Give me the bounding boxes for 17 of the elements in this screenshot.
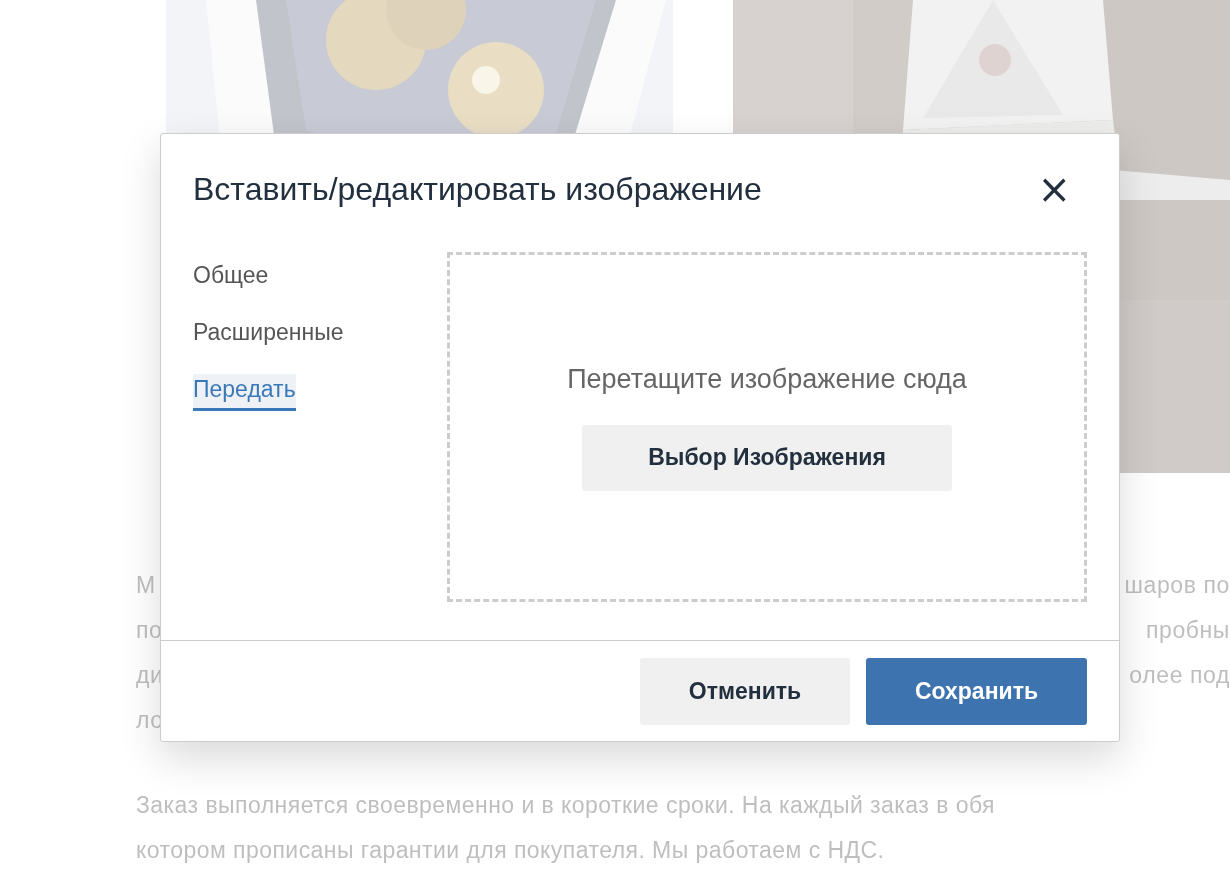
close-button[interactable]: ×	[1029, 169, 1079, 209]
paragraph-fragment: пробны	[1145, 616, 1230, 645]
paragraph-fragment: олее под	[1129, 661, 1230, 690]
paragraph-fragment: М	[136, 571, 156, 600]
paragraph-line: котором прописаны гарантии для покупателя. Мы работаем с НДС.	[136, 836, 886, 865]
cancel-button[interactable]: Отменить	[640, 658, 850, 725]
paragraph-line: Заказ выполняется своевременно и в короткие сроки. На каждый заказ в обя	[136, 791, 996, 820]
dialog-title: Вставить/редактировать изображение	[193, 170, 762, 208]
save-button[interactable]: Сохранить	[866, 658, 1087, 725]
tab[interactable]: Передать	[193, 374, 296, 411]
tab[interactable]: Общее	[193, 260, 269, 297]
paragraph-fragment: по	[136, 616, 163, 645]
drop-hint: Перетащите изображение сюда	[567, 363, 967, 395]
paragraph-fragment: шаров по	[1124, 571, 1230, 600]
choose-image-button[interactable]: Выбор Изображения	[582, 424, 952, 491]
tab[interactable]: Расширенные	[193, 317, 344, 354]
drop-zone[interactable]: Перетащите изображение сюда Выбор Изображения	[447, 252, 1087, 602]
